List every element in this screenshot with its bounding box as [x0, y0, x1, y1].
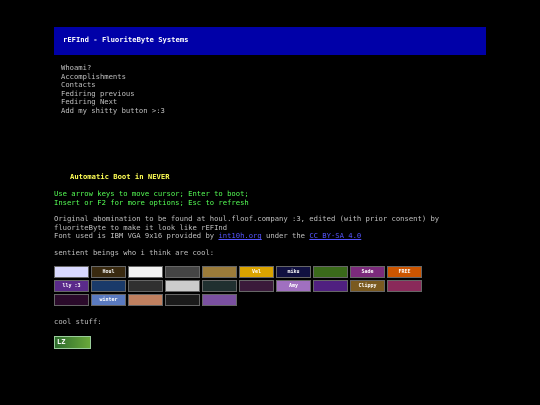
friend-button[interactable]: Amy	[276, 280, 311, 292]
friend-button[interactable]	[128, 294, 163, 306]
window-title: rEFInd - FluoriteByte Systems	[63, 35, 189, 44]
friend-button[interactable]: Clippy	[350, 280, 385, 292]
friend-button[interactable]	[165, 294, 200, 306]
friend-button[interactable]	[202, 294, 237, 306]
friend-button[interactable]	[128, 280, 163, 292]
font-link[interactable]: int10h.org	[218, 231, 261, 240]
friend-button[interactable]	[128, 266, 163, 278]
friend-button[interactable]	[54, 294, 89, 306]
friend-buttons: Houl Vel miku Sade FREE lly :3 Amy Clippy wint…	[54, 266, 464, 308]
menu-item-add-button[interactable]: Add my shitty button >:3	[61, 106, 165, 116]
cool-stuff-button[interactable]: LZ	[54, 336, 91, 349]
friend-button[interactable]	[165, 280, 200, 292]
friend-button[interactable]	[202, 266, 237, 278]
info-text: Original abomination to be found at houl…	[54, 214, 486, 241]
friend-button[interactable]: lly :3	[54, 280, 89, 292]
font-credit: Font used is IBM VGA 9x16 provided by in…	[54, 231, 486, 241]
cool-stuff-heading: cool stuff:	[54, 317, 102, 326]
friend-button[interactable]: FREE	[387, 266, 422, 278]
friend-button[interactable]	[313, 266, 348, 278]
friend-button[interactable]: winter	[91, 294, 126, 306]
boot-countdown: Automatic Boot in NEVER	[70, 172, 170, 181]
help-line-2: Insert or F2 for more options; Esc to re…	[54, 197, 249, 207]
friend-button[interactable]	[313, 280, 348, 292]
friend-button[interactable]	[165, 266, 200, 278]
friend-button[interactable]	[91, 280, 126, 292]
friend-button[interactable]: Vel	[239, 266, 274, 278]
friend-button[interactable]	[239, 280, 274, 292]
help-text: Use arrow keys to move cursor; Enter to …	[54, 189, 249, 207]
font-credit-prefix: Font used is IBM VGA 9x16 provided by	[54, 231, 219, 241]
friend-button[interactable]: Houl	[91, 266, 126, 278]
button-row-2: lly :3 Amy Clippy	[54, 280, 464, 292]
friend-button[interactable]	[54, 266, 89, 278]
friend-button[interactable]: Sade	[350, 266, 385, 278]
boot-menu: Whoami? Accomplishments Contacts Fedirin…	[61, 63, 165, 116]
font-credit-middle: under the	[261, 231, 310, 241]
friend-button[interactable]: miku	[276, 266, 311, 278]
friend-button[interactable]	[202, 280, 237, 292]
title-bar: rEFInd - FluoriteByte Systems	[54, 27, 486, 55]
license-link[interactable]: CC BY-SA 4.0	[309, 231, 361, 240]
button-row-1: Houl Vel miku Sade FREE	[54, 266, 464, 278]
button-row-3: winter	[54, 294, 464, 306]
friend-button[interactable]	[387, 280, 422, 292]
sentient-heading: sentient beings who i think are cool:	[54, 248, 215, 257]
